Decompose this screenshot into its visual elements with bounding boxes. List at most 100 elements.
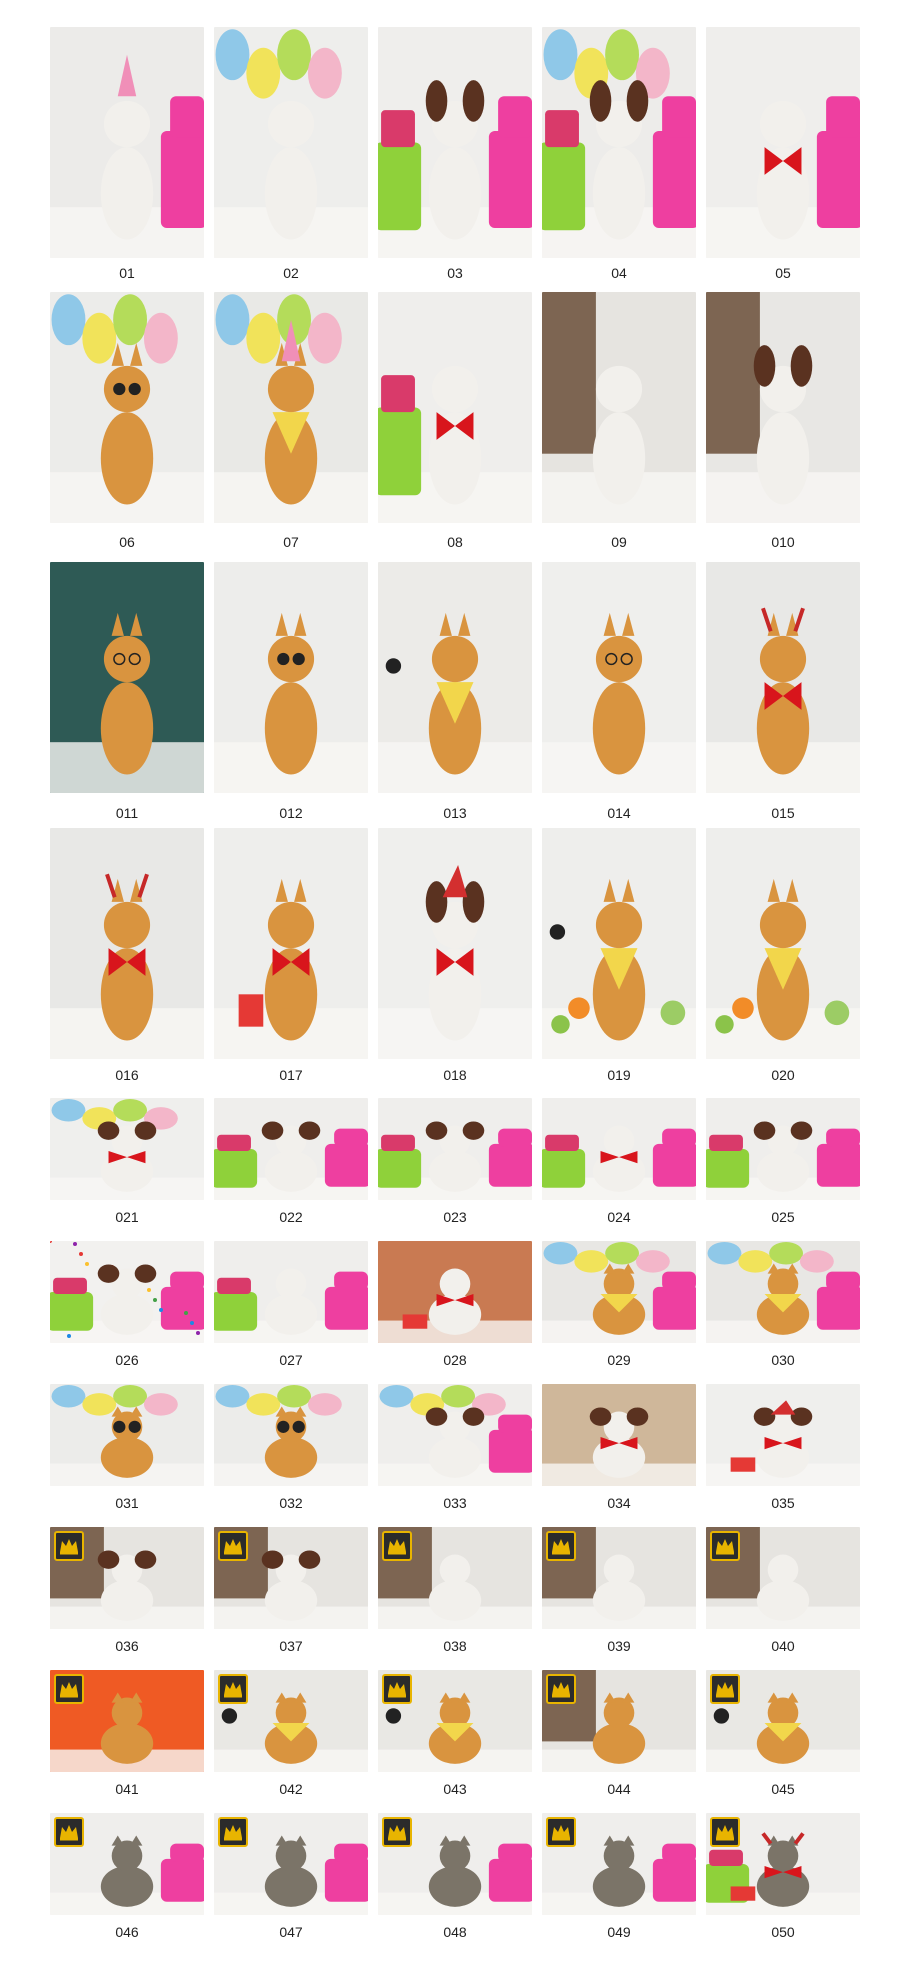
photo-thumbnail[interactable] — [50, 1384, 204, 1486]
photo-image — [50, 828, 204, 1059]
photo-thumbnail[interactable] — [214, 1241, 368, 1343]
photo-image — [50, 1098, 204, 1200]
photo-thumbnail[interactable] — [50, 828, 204, 1059]
photo-number-label: 042 — [279, 1781, 303, 1797]
photo-image — [378, 27, 532, 258]
photo-number-label: 025 — [771, 1209, 795, 1225]
photo-thumbnail[interactable] — [706, 1527, 860, 1629]
photo-thumbnail[interactable] — [542, 562, 696, 793]
crown-icon — [54, 1817, 84, 1847]
photo-number-label: 03 — [447, 265, 463, 281]
photo-thumbnail[interactable] — [50, 27, 204, 258]
photo-thumbnail[interactable] — [706, 1384, 860, 1486]
photo-thumbnail[interactable] — [542, 1813, 696, 1915]
photo-image — [378, 1241, 532, 1343]
crown-icon — [382, 1817, 412, 1847]
photo-image — [706, 292, 860, 523]
photo-thumbnail[interactable] — [706, 292, 860, 523]
photo-thumbnail[interactable] — [50, 1098, 204, 1200]
photo-number-label: 014 — [607, 805, 631, 821]
photo-thumbnail[interactable] — [542, 1098, 696, 1200]
photo-thumbnail[interactable] — [50, 1670, 204, 1772]
photo-image — [50, 562, 204, 793]
photo-number-label: 043 — [443, 1781, 467, 1797]
photo-thumbnail[interactable] — [542, 292, 696, 523]
photo-thumbnail[interactable] — [542, 27, 696, 258]
photo-image — [542, 562, 696, 793]
photo-image — [378, 828, 532, 1059]
photo-image — [706, 562, 860, 793]
photo-image — [706, 828, 860, 1059]
photo-number-label: 07 — [283, 534, 299, 550]
photo-number-label: 016 — [115, 1067, 139, 1083]
photo-thumbnail[interactable] — [50, 562, 204, 793]
photo-thumbnail[interactable] — [378, 27, 532, 258]
photo-number-label: 02 — [283, 265, 299, 281]
photo-thumbnail[interactable] — [214, 1384, 368, 1486]
photo-thumbnail[interactable] — [214, 828, 368, 1059]
photo-number-label: 018 — [443, 1067, 467, 1083]
photo-image — [50, 1384, 204, 1486]
photo-number-label: 019 — [607, 1067, 631, 1083]
photo-number-label: 01 — [119, 265, 135, 281]
photo-thumbnail[interactable] — [378, 828, 532, 1059]
photo-image — [50, 27, 204, 258]
photo-number-label: 045 — [771, 1781, 795, 1797]
photo-thumbnail[interactable] — [706, 1241, 860, 1343]
photo-thumbnail[interactable] — [214, 292, 368, 523]
photo-thumbnail[interactable] — [378, 1384, 532, 1486]
photo-thumbnail[interactable] — [378, 1098, 532, 1200]
photo-image — [706, 27, 860, 258]
photo-number-label: 033 — [443, 1495, 467, 1511]
photo-number-label: 031 — [115, 1495, 139, 1511]
photo-thumbnail[interactable] — [50, 1241, 204, 1343]
crown-icon — [382, 1531, 412, 1561]
photo-number-label: 020 — [771, 1067, 795, 1083]
photo-image — [214, 1098, 368, 1200]
photo-number-label: 017 — [279, 1067, 303, 1083]
photo-number-label: 030 — [771, 1352, 795, 1368]
photo-thumbnail[interactable] — [542, 1527, 696, 1629]
photo-thumbnail[interactable] — [378, 1813, 532, 1915]
photo-grid: 01 02 03 04 05 06 07 08 09 010 011 012 013 014 015 016 0… — [0, 0, 910, 1965]
photo-number-label: 010 — [771, 534, 795, 550]
photo-number-label: 05 — [775, 265, 791, 281]
photo-thumbnail[interactable] — [50, 292, 204, 523]
photo-thumbnail[interactable] — [50, 1813, 204, 1915]
photo-thumbnail[interactable] — [706, 27, 860, 258]
photo-thumbnail[interactable] — [706, 1670, 860, 1772]
photo-thumbnail[interactable] — [542, 1670, 696, 1772]
photo-thumbnail[interactable] — [378, 1527, 532, 1629]
photo-thumbnail[interactable] — [706, 828, 860, 1059]
crown-icon — [546, 1817, 576, 1847]
photo-thumbnail[interactable] — [542, 828, 696, 1059]
photo-thumbnail[interactable] — [214, 1813, 368, 1915]
photo-image — [542, 828, 696, 1059]
photo-thumbnail[interactable] — [50, 1527, 204, 1629]
crown-icon — [710, 1674, 740, 1704]
photo-image — [542, 27, 696, 258]
photo-thumbnail[interactable] — [378, 1670, 532, 1772]
photo-thumbnail[interactable] — [214, 27, 368, 258]
photo-thumbnail[interactable] — [542, 1241, 696, 1343]
photo-number-label: 021 — [115, 1209, 139, 1225]
photo-image — [50, 1241, 204, 1343]
photo-thumbnail[interactable] — [378, 292, 532, 523]
photo-image — [378, 292, 532, 523]
photo-thumbnail[interactable] — [706, 1813, 860, 1915]
photo-thumbnail[interactable] — [542, 1384, 696, 1486]
photo-thumbnail[interactable] — [214, 1527, 368, 1629]
photo-number-label: 013 — [443, 805, 467, 821]
photo-thumbnail[interactable] — [214, 1098, 368, 1200]
photo-thumbnail[interactable] — [706, 1098, 860, 1200]
photo-thumbnail[interactable] — [214, 562, 368, 793]
photo-thumbnail[interactable] — [378, 562, 532, 793]
photo-number-label: 08 — [447, 534, 463, 550]
photo-number-label: 028 — [443, 1352, 467, 1368]
photo-number-label: 022 — [279, 1209, 303, 1225]
photo-thumbnail[interactable] — [378, 1241, 532, 1343]
photo-thumbnail[interactable] — [214, 1670, 368, 1772]
photo-number-label: 024 — [607, 1209, 631, 1225]
photo-thumbnail[interactable] — [706, 562, 860, 793]
photo-number-label: 023 — [443, 1209, 467, 1225]
